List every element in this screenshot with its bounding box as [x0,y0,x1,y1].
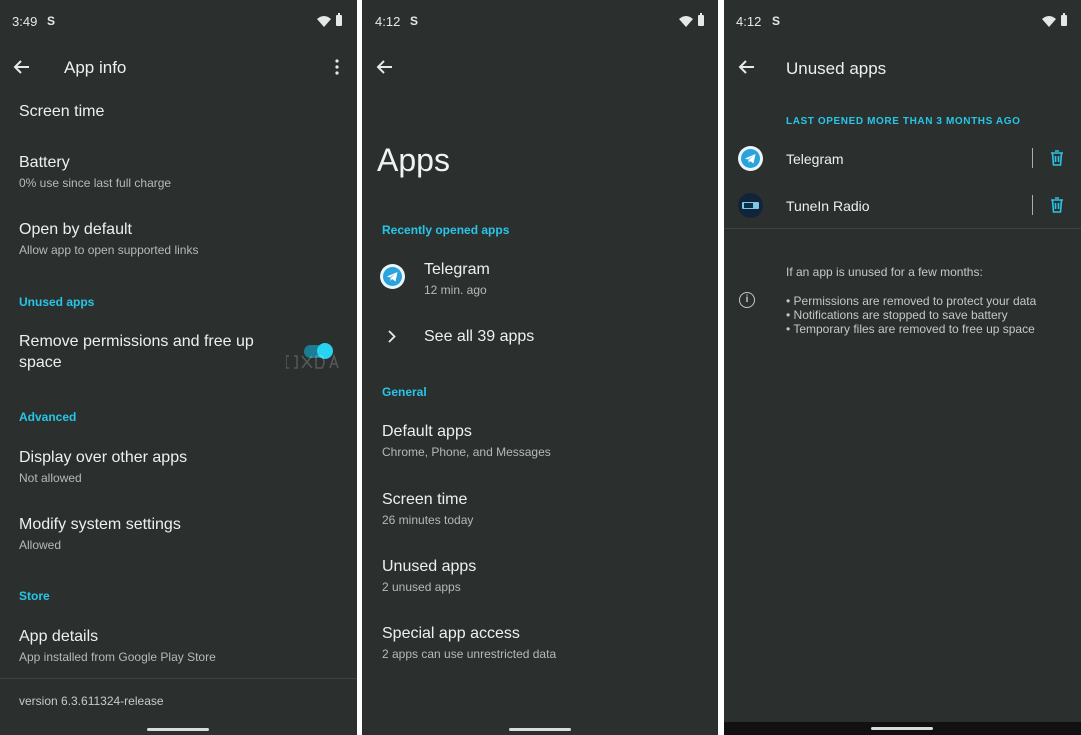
info-heading: If an app is unused for a few months: [786,265,983,279]
special-app-access-subtitle: 2 apps can use unrestricted data [382,647,557,661]
notification-s-icon: S [47,14,56,28]
section-advanced: Advanced [19,410,77,424]
gesture-nav-handle[interactable] [871,727,933,730]
app-info-screen: 3:49 S App info Screen time Battery 0% u… [0,0,357,735]
page-title: Unused apps [786,59,887,78]
unused-apps-subtitle: 2 unused apps [382,580,461,594]
status-time: 3:49 [12,14,38,29]
page-title: App info [64,58,127,77]
divider [724,228,1081,229]
section-general: General [382,385,427,399]
info-icon: i [739,292,755,308]
remove-permissions-item[interactable]: Remove permissions and free up [19,333,254,351]
modify-system-settings-item[interactable]: Modify system settings [19,516,181,534]
wifi-icon [679,16,693,27]
screen-time-subtitle: 26 minutes today [382,513,474,527]
section-store: Store [19,589,50,603]
notification-s-icon: S [772,14,781,28]
info-line: • Temporary files are removed to free up… [786,322,1035,336]
unused-app-telegram[interactable]: Telegram [786,151,844,167]
divider [0,678,357,679]
gesture-nav-handle[interactable] [147,728,209,731]
chevron-right-icon [388,330,396,343]
special-app-access-item[interactable]: Special app access [382,625,520,643]
telegram-app-icon [738,146,763,171]
default-apps-subtitle: Chrome, Phone, and Messages [382,445,551,459]
gesture-nav-handle[interactable] [509,728,571,731]
battery-subtitle: 0% use since last full charge [19,176,172,190]
app-details-item[interactable]: App details [19,628,98,646]
wifi-icon [1042,16,1056,27]
remove-permissions-item-line2: space [19,354,62,371]
battery-item[interactable]: Battery [19,154,70,172]
trash-icon[interactable] [1050,150,1064,166]
modify-system-settings-subtitle: Allowed [19,538,62,552]
recent-app-time: 12 min. ago [424,283,487,297]
separator [1032,148,1033,168]
info-line: • Notifications are stopped to save batt… [786,308,1008,322]
more-options-icon[interactable] [334,59,340,75]
back-arrow-icon[interactable] [375,57,395,77]
screen-time-item[interactable]: Screen time [382,491,467,509]
back-arrow-icon[interactable] [12,57,32,77]
battery-icon [336,13,342,26]
display-over-apps-item[interactable]: Display over other apps [19,449,187,467]
status-bar: 4:12 S [362,13,718,31]
trash-icon[interactable] [1050,197,1064,213]
see-all-apps-button[interactable]: See all 39 apps [424,328,534,346]
unused-apps-item[interactable]: Unused apps [382,558,476,576]
unused-app-tunein[interactable]: TuneIn Radio [786,198,870,214]
info-line: • Permissions are removed to protect you… [786,294,1037,308]
open-by-default-subtitle: Allow app to open supported links [19,243,199,257]
open-by-default-item[interactable]: Open by default [19,221,132,239]
xda-watermark-logo [286,354,339,369]
telegram-app-icon [380,264,405,289]
battery-icon [1061,13,1067,26]
display-over-apps-subtitle: Not allowed [19,471,82,485]
status-bar: 3:49 S [0,13,357,31]
unused-apps-screen: 4:12 S Unused apps LAST OPENED MORE THAN… [724,0,1081,735]
back-arrow-icon[interactable] [737,57,757,77]
notification-s-icon: S [410,14,419,28]
apps-screen: 4:12 S Apps Recently opened apps Telegra… [362,0,718,735]
default-apps-item[interactable]: Default apps [382,423,472,441]
section-recently-opened: Recently opened apps [382,223,510,237]
wifi-icon [317,16,331,27]
version-text: version 6.3.611324-release [19,694,164,708]
status-time: 4:12 [375,14,401,29]
status-bar: 4:12 S [724,13,1081,31]
tunein-radio-app-icon [738,193,763,218]
recent-app-telegram[interactable]: Telegram [424,261,490,279]
section-unused-apps: Unused apps [19,295,95,309]
section-last-opened: LAST OPENED MORE THAN 3 MONTHS AGO [786,116,1021,127]
app-details-subtitle: App installed from Google Play Store [19,650,216,664]
screen-time-item[interactable]: Screen time [19,103,104,121]
separator [1032,195,1033,215]
page-title: Apps [377,142,450,178]
status-time: 4:12 [736,14,762,29]
battery-icon [698,13,704,26]
